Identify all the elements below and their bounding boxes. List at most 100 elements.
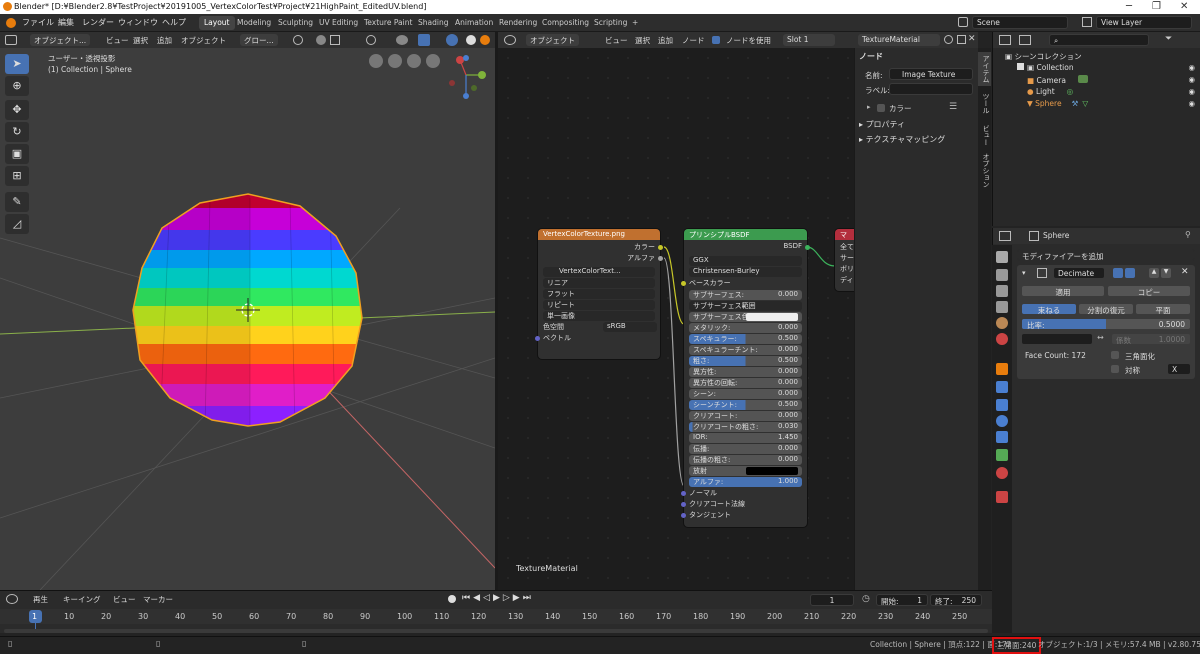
scale-tool[interactable]: ▣ xyxy=(5,144,29,164)
tab-texture-paint[interactable]: Texture Paint xyxy=(359,16,417,30)
bsdf-input-field[interactable]: 異方性: 0.000 xyxy=(689,367,802,377)
editor-type-icon[interactable] xyxy=(5,35,17,45)
bsdf-input-field[interactable]: 伝播: 0.000 xyxy=(689,444,802,454)
output-bsdf[interactable]: BSDF xyxy=(689,242,810,253)
list-icon[interactable]: ☰ xyxy=(949,102,957,112)
image-texture-node[interactable]: VertexColorTexture.png カラー アルファ VertexCo… xyxy=(535,229,663,359)
viewport-nav-buttons[interactable] xyxy=(369,54,440,68)
symmetry-checkbox[interactable] xyxy=(1111,365,1119,373)
symmetry-axis-dropdown[interactable]: X xyxy=(1167,363,1191,375)
proportional-edit-icon[interactable] xyxy=(366,35,376,45)
output-alpha[interactable]: アルファ xyxy=(543,253,663,264)
constraints-tab-icon[interactable] xyxy=(996,431,1008,443)
socket-icon[interactable] xyxy=(681,513,686,518)
bsdf-input-field[interactable]: IOR: 1.450 xyxy=(689,433,802,443)
move-up-icon[interactable]: ▲ xyxy=(1149,268,1159,278)
viewport-menu-view[interactable]: ビュー xyxy=(103,34,132,46)
vertex-group-field[interactable] xyxy=(1021,333,1093,345)
tab-sculpting[interactable]: Sculpting xyxy=(273,16,318,30)
node-menu-view[interactable]: ビュー xyxy=(602,34,631,46)
extension-dropdown[interactable]: リピート xyxy=(543,300,655,310)
menu-edit[interactable]: 編集 xyxy=(58,17,74,28)
input-displacement[interactable]: ディ xyxy=(840,275,854,286)
name-field[interactable]: Image Texture xyxy=(889,68,973,80)
move-tool[interactable]: ✥ xyxy=(5,100,29,120)
tab-animation[interactable]: Animation xyxy=(450,16,498,30)
add-workspace-button[interactable]: + xyxy=(627,16,643,30)
snap-target-icon[interactable] xyxy=(330,35,340,45)
apply-button[interactable]: 適用 xyxy=(1021,285,1105,297)
input-clearcoat-normal[interactable]: クリアコート法線 xyxy=(681,499,802,510)
output-tab-icon[interactable] xyxy=(996,285,1008,297)
bsdf-input-field[interactable]: サブサーフェス: 0.000 xyxy=(689,290,802,300)
outliner-row-sphere[interactable]: ▼ Sphere ⚒ ▽ ◉ xyxy=(993,99,1200,111)
copy-button[interactable]: コピー xyxy=(1107,285,1191,297)
scene-tab-icon[interactable] xyxy=(996,317,1008,329)
color-swatch[interactable] xyxy=(746,467,798,475)
source-dropdown[interactable]: 単一画像 xyxy=(543,311,655,321)
distribution-dropdown[interactable]: GGX xyxy=(689,256,802,266)
navigation-gizmo[interactable] xyxy=(449,55,486,99)
tab-options[interactable]: オプション xyxy=(978,150,991,191)
bsdf-input-field[interactable]: シーンチント: 0.500 xyxy=(689,400,802,410)
slot-dropdown[interactable]: Slot 1 xyxy=(783,34,835,46)
maximize-button[interactable]: ❐ xyxy=(1152,1,1161,12)
use-nodes-checkbox[interactable] xyxy=(712,36,720,44)
outliner-row-light[interactable]: ● Light ◎ ◉ xyxy=(993,87,1200,99)
transform-tool[interactable]: ⊞ xyxy=(5,166,29,186)
material-output-node[interactable]: マ 全て サー ボリ ディ xyxy=(835,229,854,291)
gizmo-toggle-icon[interactable] xyxy=(418,34,430,46)
invert-arrows-icon[interactable]: ↔ xyxy=(1097,333,1104,342)
camera-data-icon[interactable] xyxy=(1077,75,1088,83)
bsdf-input-field[interactable]: スペキュラー: 0.500 xyxy=(689,334,802,344)
eye-icon[interactable]: ◉ xyxy=(1188,63,1195,72)
bsdf-input-field[interactable]: 異方性の回転: 0.000 xyxy=(689,378,802,388)
camera-toggle-icon[interactable] xyxy=(1113,268,1123,278)
pin-icon[interactable]: ⚲ xyxy=(1185,230,1191,239)
menu-window[interactable]: ウィンドウ xyxy=(118,17,158,28)
shield-icon[interactable] xyxy=(944,35,953,44)
output-color[interactable]: カラー xyxy=(543,242,663,253)
annotate-tool[interactable]: ✎ xyxy=(5,192,29,212)
mesh-data-icon[interactable]: ▽ xyxy=(1082,99,1088,108)
close-button[interactable]: ✕ xyxy=(1180,1,1188,12)
interpolation-dropdown[interactable]: リニア xyxy=(543,278,655,288)
tab-tool[interactable]: ツール xyxy=(978,90,991,117)
editor-type-icon[interactable] xyxy=(999,35,1011,45)
eye-icon[interactable]: ◉ xyxy=(1188,99,1195,108)
modifier-wrench-icon[interactable] xyxy=(996,381,1008,393)
bsdf-input-field[interactable]: クリアコートの粗さ: 0.030 xyxy=(689,422,802,432)
display-mode-icon[interactable] xyxy=(1019,35,1031,45)
tab-compositing[interactable]: Compositing xyxy=(537,16,594,30)
mode-unsubdivide-button[interactable]: 分割の復元 xyxy=(1078,303,1134,315)
scene-icon[interactable] xyxy=(958,17,968,27)
node-menu-add[interactable]: 追加 xyxy=(655,34,676,46)
tab-uv-editing[interactable]: UV Editing xyxy=(314,16,363,30)
color-checkbox[interactable] xyxy=(877,104,885,112)
tab-modeling[interactable]: Modeling xyxy=(232,16,276,30)
outliner-row-scene-collection[interactable]: ▣ シーンコレクション xyxy=(993,51,1200,63)
bsdf-input-field[interactable]: アルファ: 1.000 xyxy=(689,477,802,487)
viewport-menu-add[interactable]: 追加 xyxy=(154,34,175,46)
render-tab-icon[interactable] xyxy=(996,269,1008,281)
view-layer-field[interactable]: View Layer xyxy=(1096,16,1192,29)
editor-type-icon[interactable] xyxy=(504,35,516,45)
material-tab-icon[interactable] xyxy=(996,467,1008,479)
outliner-row-camera[interactable]: ■ Camera ◉ xyxy=(993,75,1200,87)
overlay-toggle-icon[interactable] xyxy=(446,34,458,46)
move-down-icon[interactable]: ▼ xyxy=(1161,268,1171,278)
checkbox-icon[interactable] xyxy=(1017,63,1024,70)
factor-field[interactable]: 係数 1.0000 xyxy=(1111,333,1191,345)
socket-icon[interactable] xyxy=(658,256,663,261)
menu-file[interactable]: ファイル xyxy=(22,17,54,28)
bsdf-input-field[interactable]: 放射 xyxy=(689,466,802,476)
input-volume[interactable]: ボリ xyxy=(840,264,854,275)
close-icon[interactable]: ✕ xyxy=(968,34,976,44)
tab-item[interactable]: アイテム xyxy=(978,52,991,86)
cursor-tool[interactable]: ⊕ xyxy=(5,76,29,96)
view-layer-icon[interactable] xyxy=(1082,17,1092,27)
add-modifier-dropdown[interactable]: モディファイアーを追加 xyxy=(1017,249,1195,261)
tab-scripting[interactable]: Scripting xyxy=(589,16,632,30)
tool-tab-icon[interactable] xyxy=(996,251,1008,263)
light-data-icon[interactable]: ◎ xyxy=(1067,87,1074,96)
